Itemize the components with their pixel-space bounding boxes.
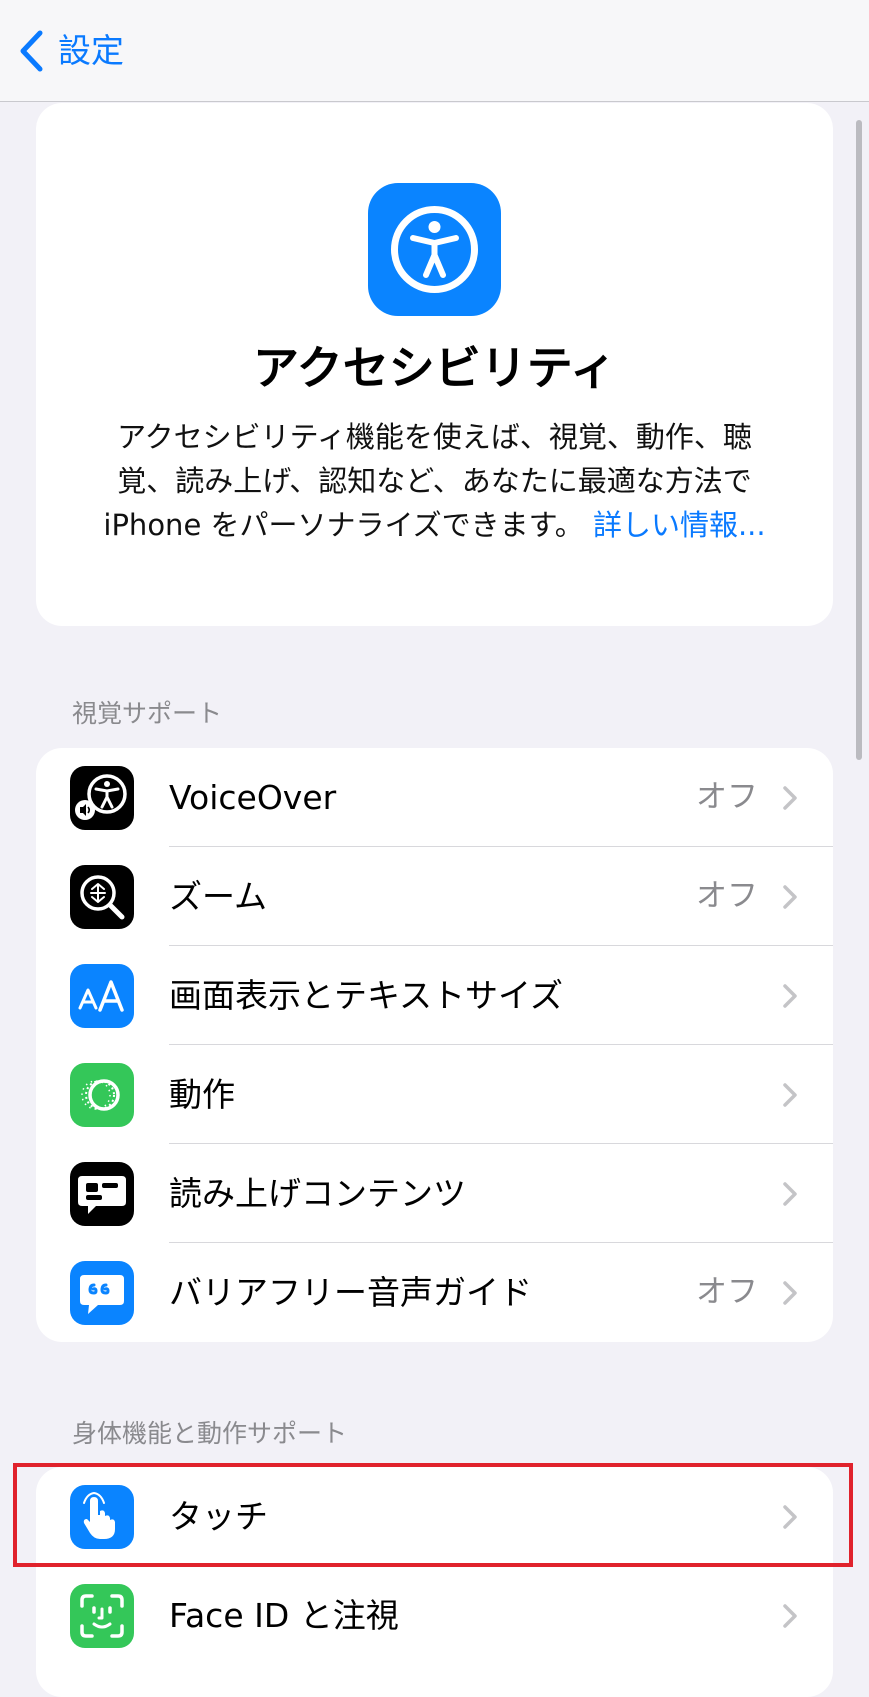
- chevron-left-icon: [18, 29, 44, 73]
- chevron-right-icon: [782, 1082, 798, 1108]
- row-label: バリアフリー音声ガイド: [169, 1273, 532, 1312]
- chevron-right-icon: [782, 785, 798, 811]
- section-header-physical: 身体機能と動作サポート: [72, 1419, 348, 1448]
- scroll-indicator[interactable]: [856, 120, 862, 760]
- chevron-right-icon: [782, 983, 798, 1009]
- row-touch[interactable]: タッチ: [36, 1467, 833, 1566]
- row-label: 画面表示とテキストサイズ: [169, 976, 564, 1015]
- row-label: VoiceOver: [169, 778, 337, 817]
- page-title: アクセシビリティ: [253, 341, 616, 395]
- row-motion[interactable]: 動作: [36, 1045, 833, 1144]
- row-label: タッチ: [169, 1497, 268, 1536]
- row-voiceover[interactable]: VoiceOver オフ: [36, 748, 833, 847]
- row-label: 動作: [169, 1075, 235, 1114]
- face-id-icon: [70, 1584, 134, 1648]
- row-zoom[interactable]: ズーム オフ: [36, 847, 833, 946]
- row-value: オフ: [696, 878, 758, 914]
- description-line: アクセシビリティ機能を使えば、視覚、動作、聴: [117, 420, 752, 454]
- row-display-text-size[interactable]: 画面表示とテキストサイズ: [36, 946, 833, 1045]
- chevron-right-icon: [782, 1603, 798, 1629]
- description-line: 覚、読み上げ、認知など、あなたに最適な方法で: [117, 464, 752, 498]
- spoken-content-icon: [70, 1162, 134, 1226]
- voiceover-icon: [70, 766, 134, 830]
- row-audio-descriptions[interactable]: バリアフリー音声ガイド オフ: [36, 1243, 833, 1342]
- section-header-vision: 視覚サポート: [72, 699, 223, 728]
- description-line: iPhone をパーソナライズできます。: [103, 508, 584, 542]
- row-value: オフ: [696, 1274, 758, 1310]
- chevron-right-icon: [782, 1280, 798, 1306]
- back-label: 設定: [58, 31, 124, 70]
- learn-more-link[interactable]: 詳しい情報...: [593, 508, 766, 542]
- chevron-right-icon: [782, 1181, 798, 1207]
- row-face-id-attention[interactable]: Face ID と注視: [36, 1566, 833, 1665]
- navigation-bar: 設定: [0, 0, 869, 102]
- row-label: ズーム: [169, 877, 268, 916]
- row-value: オフ: [696, 779, 758, 815]
- back-button[interactable]: 設定: [18, 26, 124, 76]
- text-size-icon: [70, 964, 134, 1028]
- row-label: 読み上げコンテンツ: [169, 1174, 466, 1213]
- row-label: Face ID と注視: [169, 1596, 399, 1635]
- row-spoken-content[interactable]: 読み上げコンテンツ: [36, 1144, 833, 1243]
- touch-icon: [70, 1485, 134, 1549]
- motion-icon: [70, 1063, 134, 1127]
- page-description: アクセシビリティ機能を使えば、視覚、動作、聴 覚、読み上げ、認知など、あなたに最…: [76, 415, 793, 547]
- chevron-right-icon: [782, 1504, 798, 1530]
- vision-settings-group: VoiceOver オフ ズーム オフ 画面表示とテキストサイズ 動作 読み上げ…: [36, 748, 833, 1342]
- chevron-right-icon: [782, 884, 798, 910]
- accessibility-header-card: アクセシビリティ アクセシビリティ機能を使えば、視覚、動作、聴 覚、読み上げ、認…: [36, 103, 833, 626]
- accessibility-icon: [368, 183, 501, 316]
- zoom-icon: [70, 865, 134, 929]
- audio-descriptions-icon: [70, 1261, 134, 1325]
